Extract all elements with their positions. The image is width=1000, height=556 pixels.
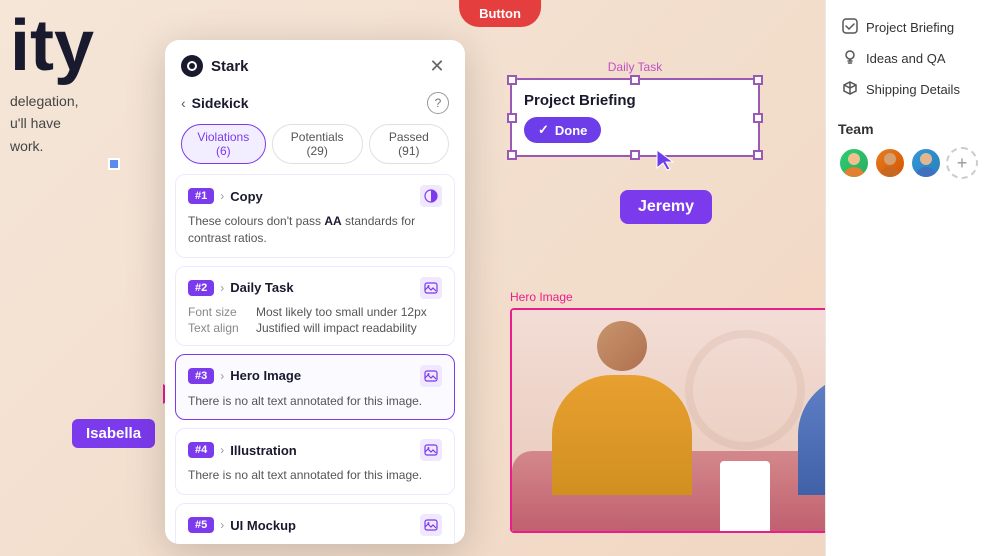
avatar-2 — [874, 147, 906, 179]
card-handle-br[interactable] — [753, 150, 763, 160]
violation-desc-1: These colours don't pass AA standards fo… — [188, 213, 442, 247]
violation-header-4: #4 › Illustration — [188, 439, 442, 461]
card-handle-tl[interactable] — [507, 75, 517, 85]
avatar-1 — [838, 147, 870, 179]
violation-card-4[interactable]: #4 › Illustration There is no alt text a… — [175, 428, 455, 495]
card-handle-tm[interactable] — [630, 75, 640, 85]
violation-desc-3: There is no alt text annotated for this … — [188, 393, 442, 410]
right-panel-item-project-briefing[interactable]: Project Briefing — [838, 12, 988, 43]
violation-name-3: Hero Image — [230, 368, 301, 383]
right-panel-item-shipping[interactable]: Shipping Details — [838, 74, 988, 105]
violation-name-5: UI Mockup — [230, 518, 296, 533]
project-briefing-label: Project Briefing — [866, 20, 954, 35]
modal-tabs: Violations (6) Potentials (29) Passed (9… — [165, 124, 465, 174]
isabella-label: Isabella — [72, 419, 155, 448]
box-icon — [842, 80, 858, 99]
daily-task-card-title: Project Briefing — [524, 92, 746, 109]
violations-list: #1 › Copy These colours don't pass AA st… — [165, 174, 465, 544]
modal-close-button[interactable]: ✕ — [425, 54, 449, 78]
lightbulb-icon — [842, 49, 858, 68]
image-icon-4 — [420, 439, 442, 461]
sidekick-modal: Stark ✕ ‹ Sidekick ? Violations (6) Pote… — [165, 40, 465, 544]
modal-header: Stark ✕ — [165, 40, 465, 88]
shipping-label: Shipping Details — [866, 82, 960, 97]
image-icon-3 — [420, 365, 442, 387]
done-button[interactable]: ✓ Done — [524, 117, 601, 143]
card-handle-bl[interactable] — [507, 150, 517, 160]
team-section: Team — [838, 121, 988, 179]
violation-header-5: #5 › UI Mockup — [188, 514, 442, 536]
right-panel: Project Briefing Ideas and QA Shipping D… — [825, 0, 1000, 556]
check-icon: ✓ — [538, 122, 549, 138]
violation-detail-align: Text align Justified will impact readabi… — [188, 321, 442, 335]
violation-card-5[interactable]: #5 › UI Mockup There is no alt text anno… — [175, 503, 455, 544]
team-avatars: + — [838, 147, 988, 179]
app-title: ity — [0, 0, 94, 82]
sidekick-title: Sidekick — [192, 95, 249, 111]
tab-passed[interactable]: Passed (91) — [369, 124, 449, 164]
card-handle-lm[interactable] — [507, 113, 517, 123]
violation-card-2[interactable]: #2 › Daily Task Font size Most likely to… — [175, 266, 455, 346]
modal-breadcrumb: ‹ Sidekick ? — [165, 88, 465, 124]
daily-task-label: Daily Task — [510, 60, 760, 74]
daily-task-card: Project Briefing ✓ Done — [510, 78, 760, 157]
tab-violations[interactable]: Violations (6) — [181, 124, 266, 164]
team-label: Team — [838, 121, 988, 137]
violation-header-3: #3 › Hero Image — [188, 365, 442, 387]
violation-number-5: #5 — [188, 517, 214, 533]
card-handle-rm[interactable] — [753, 113, 763, 123]
violation-number-3: #3 — [188, 368, 214, 384]
violation-name-4: Illustration — [230, 443, 296, 458]
add-team-member-button[interactable]: + — [946, 147, 978, 179]
violation-card-3[interactable]: #3 › Hero Image There is no alt text ann… — [175, 354, 455, 421]
checklist-icon — [842, 18, 858, 37]
violation-header-1: #1 › Copy — [188, 185, 442, 207]
cursor — [655, 148, 675, 177]
violation-number-2: #2 — [188, 280, 214, 296]
violation-number-1: #1 — [188, 188, 214, 204]
modal-brand: Stark — [181, 55, 249, 77]
image-icon-5 — [420, 514, 442, 536]
right-panel-item-ideas-qa[interactable]: Ideas and QA — [838, 43, 988, 74]
violation-desc-5: There is no alt text annotated for this … — [188, 542, 442, 544]
jeremy-label: Jeremy — [620, 190, 712, 224]
top-red-button[interactable]: Button — [459, 0, 541, 27]
avatar-3 — [910, 147, 942, 179]
tab-potentials[interactable]: Potentials (29) — [272, 124, 363, 164]
violation-card-1[interactable]: #1 › Copy These colours don't pass AA st… — [175, 174, 455, 258]
ideas-qa-label: Ideas and QA — [866, 51, 946, 66]
violation-header-2: #2 › Daily Task — [188, 277, 442, 299]
daily-task-area: Daily Task Project Briefing ✓ Done — [510, 60, 760, 157]
violation-name-1: Copy — [230, 189, 263, 204]
violation-detail-font: Font size Most likely too small under 12… — [188, 305, 442, 319]
contrast-icon — [420, 185, 442, 207]
violation-name-2: Daily Task — [230, 280, 293, 295]
violation-desc-4: There is no alt text annotated for this … — [188, 467, 442, 484]
card-handle-bm[interactable] — [630, 150, 640, 160]
canvas-text: delegation, u'll have work. — [10, 90, 79, 157]
card-handle-tr[interactable] — [753, 75, 763, 85]
image-icon-2 — [420, 277, 442, 299]
back-button[interactable]: ‹ — [181, 95, 186, 111]
stark-logo — [181, 55, 203, 77]
violation-number-4: #4 — [188, 442, 214, 458]
help-button[interactable]: ? — [427, 92, 449, 114]
selection-handle — [108, 158, 120, 170]
